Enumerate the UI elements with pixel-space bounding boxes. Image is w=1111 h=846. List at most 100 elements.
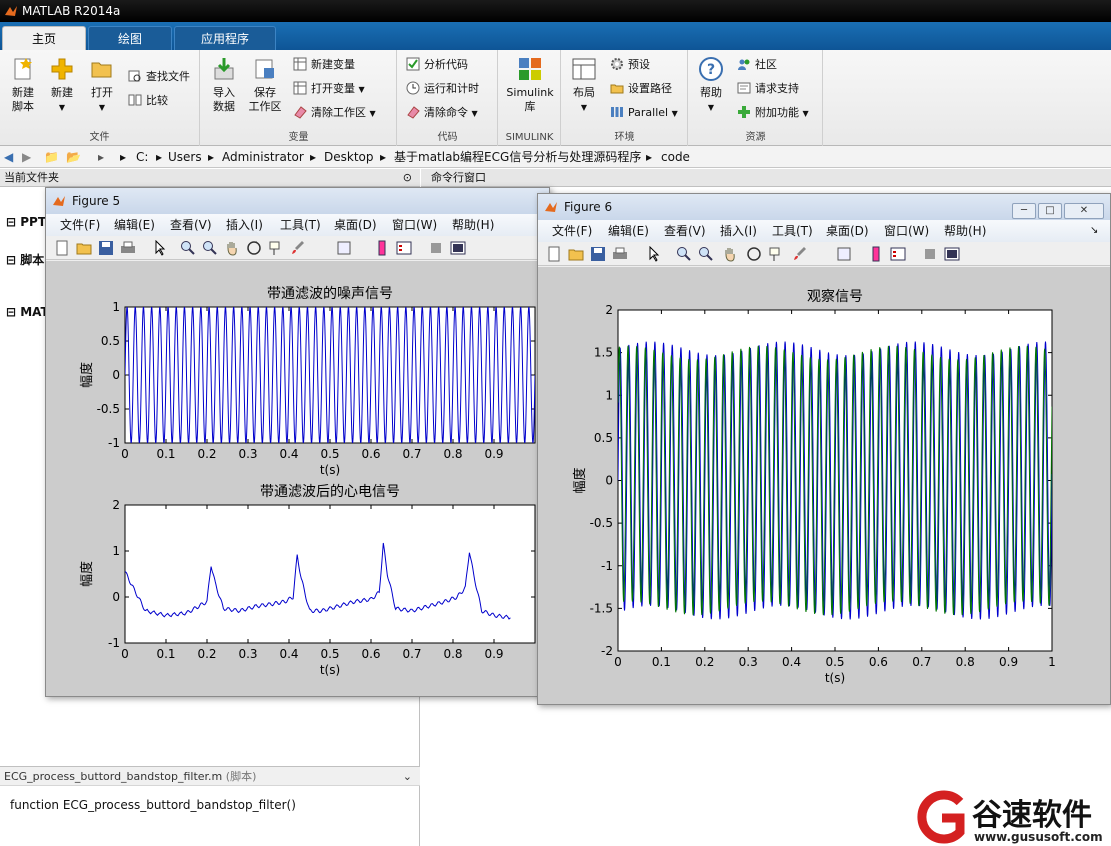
- breadcrumb-item[interactable]: C:: [136, 146, 148, 168]
- menu-file[interactable]: 文件(F): [60, 214, 100, 236]
- chevron-down-icon[interactable]: ⌄: [403, 767, 412, 787]
- find-files-button[interactable]: 查找文件: [128, 68, 190, 86]
- menu-insert[interactable]: 插入(I): [720, 220, 757, 242]
- brush-icon[interactable]: [290, 240, 306, 256]
- layout-button[interactable]: 布局 ▼: [566, 56, 602, 115]
- y-axis-label: 幅度: [572, 467, 588, 493]
- current-folder-header: 当前文件夹 ⊙: [0, 169, 420, 187]
- new-figure-icon[interactable]: [546, 246, 562, 262]
- menu-help[interactable]: 帮助(H): [944, 220, 986, 242]
- data-cursor-icon[interactable]: [768, 246, 784, 262]
- menu-desktop[interactable]: 桌面(D): [334, 214, 377, 236]
- tab-home[interactable]: 主页: [2, 26, 86, 50]
- clear-commands-button[interactable]: 清除命令 ▼: [406, 104, 478, 122]
- save-icon[interactable]: [590, 246, 606, 262]
- zoom-in-icon[interactable]: [676, 246, 692, 262]
- breadcrumb-item[interactable]: 基于matlab编程ECG信号分析与处理源码程序: [394, 146, 641, 168]
- menu-edit[interactable]: 编辑(E): [114, 214, 155, 236]
- menu-edit[interactable]: 编辑(E): [608, 220, 649, 242]
- new-script-button[interactable]: 新建 脚本: [4, 56, 42, 114]
- menu-insert[interactable]: 插入(I): [226, 214, 263, 236]
- addons-button[interactable]: 附加功能 ▼: [737, 104, 809, 122]
- set-path-button[interactable]: 设置路径: [610, 80, 672, 98]
- print-icon[interactable]: [120, 240, 136, 256]
- open-file-icon[interactable]: [568, 246, 584, 262]
- import-data-button[interactable]: 导入 数据: [205, 56, 243, 114]
- open-variable-button[interactable]: 打开变量 ▼: [293, 80, 365, 98]
- request-support-button[interactable]: 请求支持: [737, 80, 799, 98]
- menu-help[interactable]: 帮助(H): [452, 214, 494, 236]
- figure5-titlebar[interactable]: Figure 5: [46, 188, 549, 214]
- link-plot-icon[interactable]: [836, 246, 852, 262]
- new-figure-icon[interactable]: [54, 240, 70, 256]
- pointer-icon[interactable]: [646, 246, 662, 262]
- browse-folder-icon[interactable]: 📂: [66, 146, 81, 168]
- menu-file[interactable]: 文件(F): [552, 220, 592, 242]
- menu-view[interactable]: 查看(V): [664, 220, 706, 242]
- zoom-out-icon[interactable]: [698, 246, 714, 262]
- rotate-3d-icon[interactable]: [246, 240, 262, 256]
- tab-apps[interactable]: 应用程序: [174, 26, 276, 50]
- pan-hand-icon[interactable]: [722, 246, 738, 262]
- tab-plots[interactable]: 绘图: [88, 26, 172, 50]
- figure6-titlebar[interactable]: Figure 6 ─ □ ✕: [538, 194, 1110, 220]
- pointer-icon[interactable]: [152, 240, 168, 256]
- menu-tools[interactable]: 工具(T): [280, 214, 321, 236]
- tree-node[interactable]: ⊟ MAT: [6, 305, 49, 319]
- menu-desktop[interactable]: 桌面(D): [826, 220, 869, 242]
- simulink-library-button[interactable]: Simulink 库: [503, 56, 557, 114]
- hide-plot-tools-icon[interactable]: [922, 246, 938, 262]
- preferences-button[interactable]: 预设: [610, 56, 650, 74]
- breadcrumb-item[interactable]: Desktop: [324, 146, 374, 168]
- save-workspace-button[interactable]: 保存 工作区: [245, 56, 285, 114]
- help-button[interactable]: ? 帮助 ▼: [693, 56, 729, 115]
- show-plot-tools-icon[interactable]: [450, 240, 466, 256]
- panel-menu-icon[interactable]: ⊙: [403, 169, 412, 187]
- zoom-in-icon[interactable]: [180, 240, 196, 256]
- hide-plot-tools-icon[interactable]: [428, 240, 444, 256]
- open-file-icon[interactable]: [76, 240, 92, 256]
- zoom-out-icon[interactable]: [202, 240, 218, 256]
- tree-node[interactable]: ⊟ 脚本: [6, 251, 44, 268]
- back-arrow-icon[interactable]: ◀: [4, 146, 13, 168]
- menu-view[interactable]: 查看(V): [170, 214, 212, 236]
- open-button[interactable]: 打开 ▼: [84, 56, 120, 115]
- community-button[interactable]: 社区: [737, 56, 777, 74]
- colorbar-icon[interactable]: [868, 246, 884, 262]
- dock-arrow-icon[interactable]: ↘: [1090, 220, 1098, 242]
- details-header[interactable]: ECG_process_buttord_bandstop_filter.m (脚…: [0, 766, 420, 786]
- y-tick-label: -2: [601, 644, 613, 658]
- close-button[interactable]: ✕: [1064, 203, 1104, 219]
- breadcrumb-item[interactable]: Users: [168, 146, 202, 168]
- colorbar-icon[interactable]: [374, 240, 390, 256]
- analyze-code-button[interactable]: 分析代码: [406, 56, 468, 74]
- data-cursor-icon[interactable]: [268, 240, 284, 256]
- run-time-button[interactable]: 运行和计时: [406, 80, 479, 98]
- menu-window[interactable]: 窗口(W): [884, 220, 929, 242]
- compare-button[interactable]: 比较: [128, 92, 168, 110]
- pan-hand-icon[interactable]: [224, 240, 240, 256]
- new-button[interactable]: 新建 ▼: [44, 56, 80, 115]
- tree-node[interactable]: ⊟ PPT: [6, 215, 46, 229]
- breadcrumb-item[interactable]: Administrator: [222, 146, 304, 168]
- minimize-button[interactable]: ─: [1012, 203, 1036, 219]
- parallel-button[interactable]: Parallel ▼: [610, 104, 678, 122]
- up-folder-icon[interactable]: 📁: [44, 146, 59, 168]
- legend-icon[interactable]: [890, 246, 906, 262]
- forward-arrow-icon[interactable]: ▶: [22, 146, 31, 168]
- clear-workspace-button[interactable]: 清除工作区 ▼: [293, 104, 376, 122]
- link-plot-icon[interactable]: [336, 240, 352, 256]
- menu-tools[interactable]: 工具(T): [772, 220, 813, 242]
- breadcrumb-item[interactable]: code: [661, 146, 690, 168]
- show-plot-tools-icon[interactable]: [944, 246, 960, 262]
- brush-icon[interactable]: [792, 246, 808, 262]
- maximize-button[interactable]: □: [1038, 203, 1062, 219]
- print-icon[interactable]: [612, 246, 628, 262]
- rotate-3d-icon[interactable]: [746, 246, 762, 262]
- breadcrumb-sep: ▸: [646, 150, 653, 164]
- parallel-icon: [611, 107, 623, 117]
- legend-icon[interactable]: [396, 240, 412, 256]
- save-icon[interactable]: [98, 240, 114, 256]
- menu-window[interactable]: 窗口(W): [392, 214, 437, 236]
- new-variable-button[interactable]: 新建变量: [293, 56, 355, 74]
